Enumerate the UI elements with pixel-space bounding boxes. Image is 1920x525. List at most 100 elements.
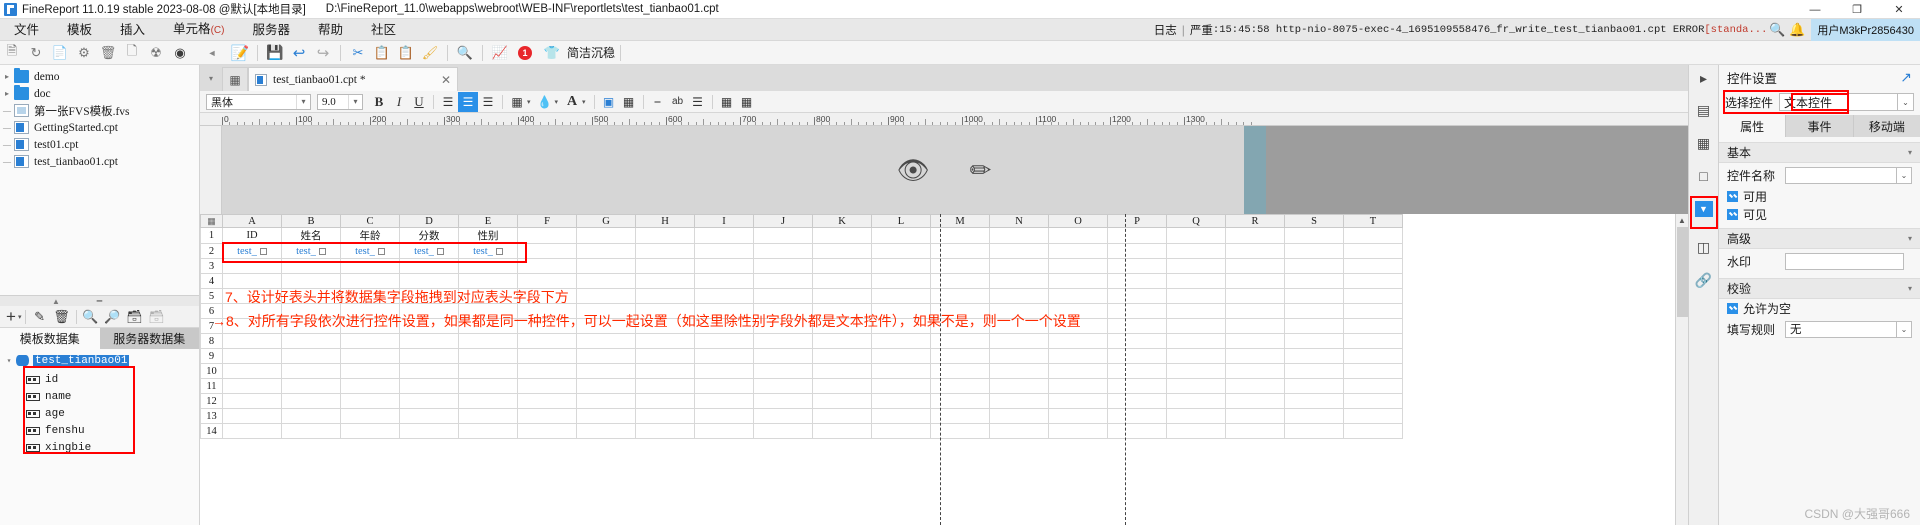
grid-cell[interactable]	[694, 363, 754, 379]
grid-cell[interactable]	[1343, 303, 1403, 319]
user-chip[interactable]: 用户M3kPr2856430	[1811, 19, 1920, 41]
grid-cell[interactable]	[694, 378, 754, 394]
cut-icon[interactable]: ✂	[346, 42, 370, 64]
grid-cell[interactable]	[871, 378, 931, 394]
grid-cell[interactable]	[1166, 227, 1226, 244]
list-item[interactable]: fenshu	[0, 423, 199, 438]
grid-cell[interactable]	[1343, 333, 1403, 349]
save-icon[interactable]: 💾	[263, 42, 287, 64]
grid-cell[interactable]	[812, 408, 872, 424]
delete-icon[interactable]: 🗑	[51, 307, 73, 327]
grid-cell[interactable]	[1284, 227, 1344, 244]
grid-cell[interactable]	[812, 393, 872, 409]
grid-cell[interactable]	[1048, 243, 1108, 259]
italic-button[interactable]: I	[389, 92, 409, 112]
grid-cell[interactable]	[871, 258, 931, 274]
grid-cell[interactable]	[1166, 348, 1226, 364]
grid-cell[interactable]	[871, 227, 931, 244]
grid-cell[interactable]	[576, 243, 636, 259]
tab-properties[interactable]: 属性	[1719, 115, 1787, 137]
menu-server[interactable]: 服务器	[238, 19, 304, 41]
grid-cell[interactable]	[1166, 318, 1226, 334]
grid-cell[interactable]	[989, 378, 1049, 394]
grid-cell[interactable]	[1048, 258, 1108, 274]
grid-cell[interactable]	[576, 423, 636, 439]
grid-cell[interactable]	[517, 393, 577, 409]
grid-cell[interactable]	[517, 227, 577, 244]
align-right-icon[interactable]: ☰	[478, 92, 498, 112]
grid-cell[interactable]	[458, 333, 518, 349]
grid-cell[interactable]	[635, 393, 695, 409]
tabstrip-collapse[interactable]: ▾	[200, 65, 222, 91]
log-label[interactable]: 日志	[1154, 22, 1177, 38]
grid-cell[interactable]	[1343, 393, 1403, 409]
menu-cell[interactable]: 单元格(C)	[159, 18, 238, 42]
grid-cell[interactable]	[753, 363, 813, 379]
settings-icon[interactable]: ⚙	[72, 42, 96, 64]
grid-row-header[interactable]: 1	[200, 227, 223, 244]
maximize-button[interactable]: ❐	[1836, 0, 1878, 19]
copy-sheet-icon[interactable]: 📋	[370, 42, 394, 64]
grid-cell[interactable]	[222, 333, 282, 349]
grid-cell[interactable]	[1225, 408, 1285, 424]
grid-cell[interactable]	[1343, 378, 1403, 394]
checkbox-icon[interactable]	[1727, 208, 1738, 220]
grid-cell[interactable]	[1225, 423, 1285, 439]
grid-column-header[interactable]: I	[694, 214, 754, 228]
tree-item-test01[interactable]: — test01.cpt	[0, 136, 199, 153]
grid-cell[interactable]	[635, 348, 695, 364]
grid-cell[interactable]	[399, 423, 459, 439]
align-left-icon[interactable]: ☰	[438, 92, 458, 112]
grid-cell[interactable]	[1343, 273, 1403, 289]
grid-column-header[interactable]: F	[517, 214, 577, 228]
grid-cell[interactable]	[635, 243, 695, 259]
grid-cell[interactable]	[812, 333, 872, 349]
grid-row-header[interactable]: 12	[200, 393, 223, 409]
grid-cell[interactable]	[812, 348, 872, 364]
grid-cell[interactable]	[576, 378, 636, 394]
grid-cell[interactable]	[1107, 378, 1167, 394]
text-search-icon[interactable]: 🔍	[453, 42, 477, 64]
border-icon[interactable]: ▦	[507, 92, 527, 112]
grid-cell[interactable]	[753, 393, 813, 409]
grid-cell[interactable]	[1107, 227, 1167, 244]
grid-cell[interactable]	[989, 348, 1049, 364]
grid-corner-cell[interactable]: ▦	[200, 214, 223, 228]
grid-cell[interactable]	[517, 258, 577, 274]
grid-cell[interactable]	[222, 258, 282, 274]
grid-cell[interactable]	[1107, 348, 1167, 364]
grid-cell[interactable]	[1284, 378, 1344, 394]
grid-cell[interactable]	[1225, 348, 1285, 364]
list-icon[interactable]: ☰	[688, 92, 708, 112]
grid-cell[interactable]	[989, 243, 1049, 259]
grid-cell[interactable]: test_	[281, 243, 341, 259]
grid-cell[interactable]	[340, 393, 400, 409]
grid-cell[interactable]	[1107, 408, 1167, 424]
font-family-select[interactable]: 黑体 ▾	[206, 93, 311, 110]
grid-cell[interactable]	[635, 227, 695, 244]
grid-cell[interactable]	[694, 258, 754, 274]
grid-cell[interactable]	[1166, 273, 1226, 289]
widget-settings-icon[interactable]: ▼	[1694, 201, 1713, 217]
chevron-down-icon[interactable]: ⌄	[1897, 166, 1912, 184]
preview-icon[interactable]: 🔍	[80, 307, 102, 327]
grid-cell[interactable]	[812, 227, 872, 244]
close-button[interactable]: ✕	[1878, 0, 1920, 19]
grid-cell[interactable]	[753, 227, 813, 244]
grid-cell[interactable]	[1166, 393, 1226, 409]
tree-expander-icon[interactable]: ▸	[0, 72, 14, 81]
tree-item-demo[interactable]: ▸ demo	[0, 68, 199, 85]
grid-cell[interactable]	[1048, 378, 1108, 394]
grid-cell[interactable]	[753, 258, 813, 274]
menu-help[interactable]: 帮助	[304, 19, 357, 41]
rail-expand-arrow[interactable]: ▸	[1691, 69, 1717, 87]
grid-cell[interactable]	[694, 273, 754, 289]
section-header-advanced[interactable]: 高级 ▾	[1719, 228, 1920, 249]
grid-cell[interactable]	[812, 258, 872, 274]
grid-cell[interactable]	[1166, 378, 1226, 394]
grid-cell[interactable]	[694, 393, 754, 409]
grid-cell[interactable]	[576, 333, 636, 349]
grid-cell[interactable]	[812, 273, 872, 289]
grid-cell[interactable]	[753, 408, 813, 424]
grid-cell[interactable]	[399, 393, 459, 409]
